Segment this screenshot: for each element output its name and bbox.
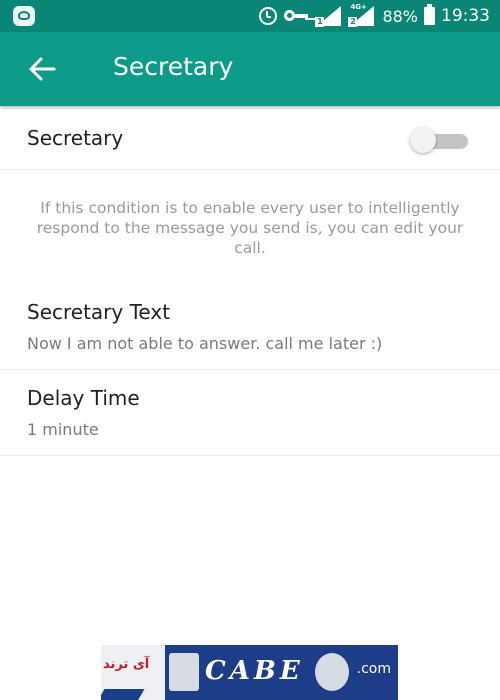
delay-time-row[interactable]: Delay Time 1 minute <box>0 370 500 456</box>
watermark-circle-mark <box>315 653 349 691</box>
page-title: Secretary <box>113 52 234 81</box>
sim2-label: 2 <box>348 17 358 27</box>
watermark-stripe <box>101 689 145 700</box>
app-shield-icon <box>13 6 35 26</box>
watermark-suffix: .com <box>356 661 391 677</box>
arrow-left-icon <box>29 57 56 81</box>
clock: 19:33 <box>441 6 490 26</box>
switch-thumb <box>410 127 436 153</box>
status-icons: 1 4G+ 2 88% 19:33 <box>252 0 490 32</box>
battery-icon <box>424 4 435 25</box>
signal-sim2-icon: 4G+ 2 <box>348 3 375 27</box>
sim2-network-label: 4G+ <box>350 3 367 11</box>
delay-time-value: 1 minute <box>27 420 99 439</box>
status-bar: 1 4G+ 2 88% 19:33 <box>0 0 500 32</box>
watermark-logo: CABE .com <box>165 645 398 700</box>
secretary-text-row[interactable]: Secretary Text Now I am not able to answ… <box>0 286 500 370</box>
battery-percent: 88% <box>382 6 418 26</box>
watermark-glyph-mark <box>169 653 199 691</box>
watermark-banner: آی ترند CABE .com <box>101 645 398 700</box>
app-toolbar: Secretary <box>0 32 500 106</box>
secretary-text-value: Now I am not able to answer. call me lat… <box>27 334 383 353</box>
delay-time-title: Delay Time <box>27 386 140 410</box>
back-button[interactable] <box>22 50 62 88</box>
watermark-logo-letters: CABE <box>205 656 304 686</box>
secretary-switch[interactable] <box>410 127 468 153</box>
sim1-label: 1 <box>315 17 325 27</box>
key-icon <box>284 10 309 22</box>
watermark-left-text: آی ترند <box>103 657 150 672</box>
secretary-text-title: Secretary Text <box>27 300 171 324</box>
signal-sim1-icon: 1 <box>315 5 342 27</box>
secretary-toggle-row[interactable]: Secretary <box>0 106 500 170</box>
secretary-description: If this condition is to enable every use… <box>36 199 464 257</box>
watermark-left-panel: آی ترند <box>101 645 165 700</box>
alarm-icon <box>259 7 278 25</box>
secretary-toggle-label: Secretary <box>27 126 124 150</box>
